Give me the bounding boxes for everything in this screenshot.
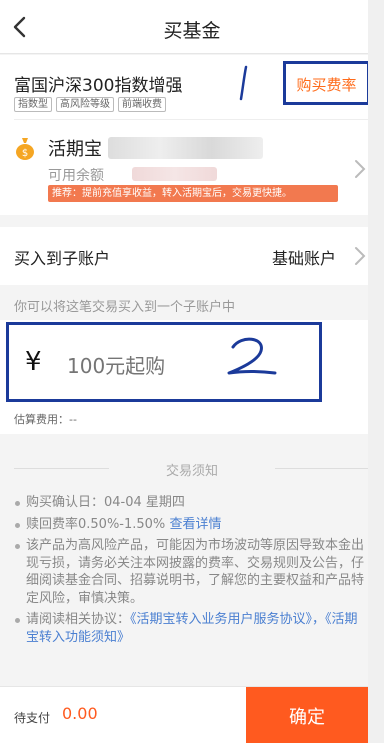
available-balance-label: 可用余额 — [48, 168, 104, 184]
sub-account-row[interactable]: 买入到子账户 基础账户 — [0, 227, 384, 285]
bottom-bar: 待支付 0.00 确定 — [0, 686, 384, 743]
blurred-account-number — [108, 137, 263, 159]
divider — [14, 119, 384, 120]
list-item: 赎回费率0.50%-1.50% 查看详情 — [14, 516, 364, 534]
svg-text:$: $ — [22, 148, 28, 159]
currency-symbol: ¥ — [25, 347, 42, 377]
amount-annotation-box: ¥ — [6, 322, 322, 402]
fund-tag: 高风险等级 — [56, 97, 114, 112]
list-item: 该产品为高风险产品，可能因为市场波动等原因导致本金出现亏损，请务必关注本网披露的… — [14, 537, 364, 607]
confirm-date: 购买确认日：04-04 星期四 — [26, 495, 185, 510]
notice-title: 交易须知 — [165, 464, 218, 479]
view-details-link[interactable]: 查看详情 — [169, 517, 221, 532]
agreement-separator: ， — [312, 612, 326, 627]
chevron-right-icon — [355, 247, 366, 265]
sub-account-label: 买入到子账户 — [14, 249, 111, 268]
list-item: 请阅读相关协议：《活期宝转入业务用户服务协议》，《活期宝转入功能须知》 — [14, 611, 364, 646]
fund-card: 富国沪深300指数增强 指数型 高风险等级 前端收费 购买费率 $ 活期宝 可用… — [0, 55, 384, 215]
sub-account-value: 基础账户 — [271, 249, 336, 268]
confirm-button[interactable]: 确定 — [246, 687, 368, 743]
buy-fund-page: 买基金 富国沪深300指数增强 指数型 高风险等级 前端收费 购买费率 $ 活期… — [0, 0, 384, 743]
top-nav-bar: 买基金 — [0, 0, 384, 54]
money-bag-icon: $ — [16, 138, 34, 160]
recommendation-banner[interactable]: 推荐：提前充值享收益，转入活期宝后，交易更快捷。 — [48, 185, 338, 202]
service-agreement-link[interactable]: 《活期宝转入业务用户服务协议》 — [130, 612, 312, 627]
edge-strip — [368, 0, 384, 743]
trading-notice-list: 购买确认日：04-04 星期四 赎回费率0.50%-1.50% 查看详情 该产品… — [14, 494, 364, 650]
estimated-fee: 估算费用：-- — [14, 413, 77, 426]
fund-tags: 指数型 高风险等级 前端收费 — [14, 97, 166, 112]
estimated-fee-row: 估算费用：-- — [0, 404, 384, 434]
annotation-mark-2 — [227, 337, 277, 375]
amount-row: ¥ — [0, 320, 384, 404]
amount-due-label: 待支付 — [14, 711, 51, 725]
fund-tag: 指数型 — [14, 97, 52, 112]
purchase-fee-link[interactable]: 购买费率 — [286, 74, 367, 95]
fund-tag: 前端收费 — [118, 97, 166, 112]
risk-disclosure: 该产品为高风险产品，可能因为市场波动等原因导致本金出现亏损，请务必关注本网披露的… — [26, 538, 365, 606]
list-item: 购买确认日：04-04 星期四 — [14, 494, 364, 512]
payment-method-name[interactable]: 活期宝 — [48, 135, 102, 161]
fund-name: 富国沪深300指数增强 — [14, 76, 183, 96]
notice-header: 交易须知 — [14, 460, 370, 479]
blurred-balance-value — [132, 167, 217, 181]
annotation-mark-1 — [239, 65, 248, 101]
page-title: 买基金 — [163, 20, 221, 42]
agreement-prefix: 请阅读相关协议： — [26, 612, 131, 627]
divider — [275, 468, 370, 469]
chevron-right-icon[interactable] — [354, 159, 366, 179]
sub-account-hint: 你可以将这笔交易买入到一个子账户中 — [14, 300, 236, 315]
fee-annotation-box: 购买费率 — [283, 61, 370, 105]
redeem-fee: 赎回费率0.50%-1.50% — [26, 516, 166, 532]
amount-due-value: 0.00 — [62, 704, 98, 723]
